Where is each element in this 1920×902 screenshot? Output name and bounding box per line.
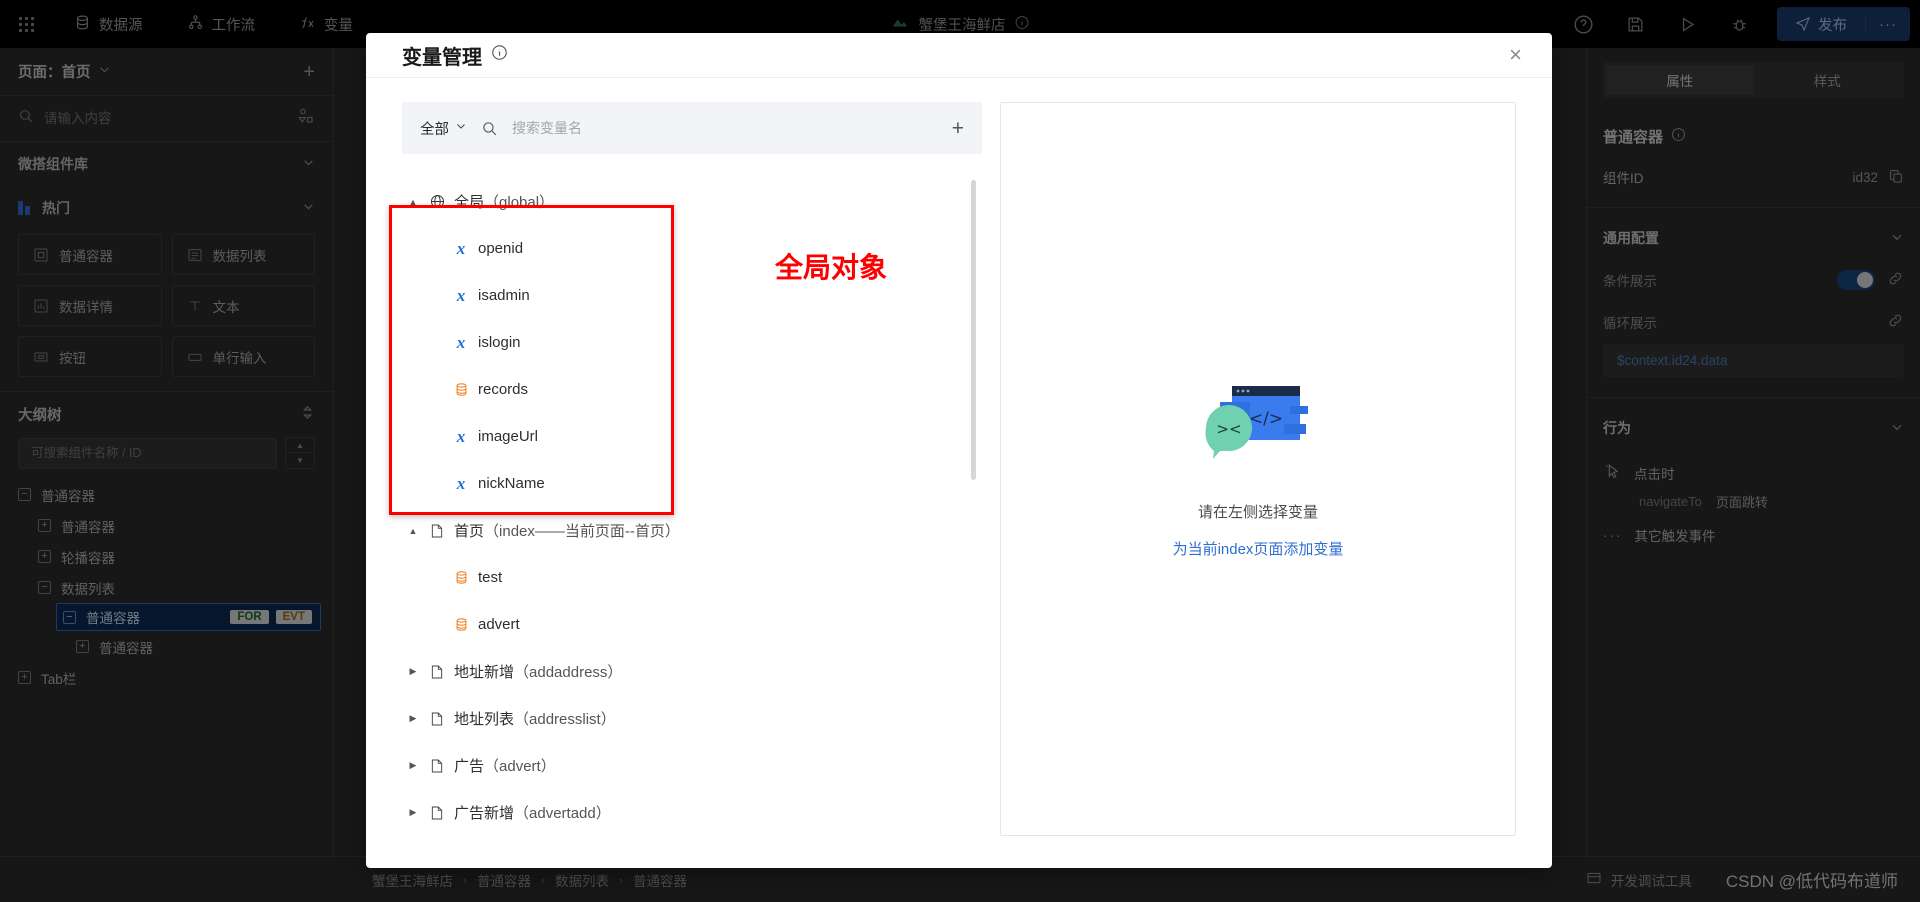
modal-title: 变量管理 [402,46,482,69]
variable-name: imageUrl [478,428,539,445]
caret-expanded-icon[interactable]: ▲ [402,197,424,207]
x-var-icon: x [456,238,466,258]
variable-group-label: 广告新增（advertadd） [454,805,611,822]
variable-name: test [478,569,503,586]
empty-state-text: 请在左侧选择变量 [1197,503,1318,521]
variable-item[interactable]: x openid [402,225,982,272]
variable-item[interactable]: test [402,554,982,601]
variable-tree-pane: 全部 + ▲ [402,102,982,836]
variable-group-advertadd[interactable]: ▶ 广告新增（advertadd） [402,789,982,836]
variable-item[interactable]: advert [402,601,982,648]
page-icon [424,523,450,539]
variable-group-global[interactable]: ▲ 全局（global） [402,178,982,225]
variable-name: openid [478,240,524,257]
caret-collapsed-icon[interactable]: ▶ [402,807,424,818]
close-icon[interactable]: × [1509,44,1522,66]
variable-name: isadmin [478,287,530,304]
page-icon [424,805,450,821]
page-icon [424,711,450,727]
variable-item[interactable]: x islogin [402,319,982,366]
variable-item[interactable]: x nickName [402,460,982,507]
variable-item[interactable]: records [402,366,982,413]
variable-name: advert [478,616,520,633]
variable-tree-scrollbar[interactable] [971,180,976,480]
info-icon[interactable] [491,44,508,67]
modal-title-group: 变量管理 [402,41,508,70]
search-icon [481,120,498,137]
variable-name: records [478,381,529,398]
variable-name: nickName [478,475,545,492]
scope-filter-select[interactable]: 全部 [420,118,467,139]
variable-name: islogin [478,334,521,351]
variable-detail-pane: </> >< 请在左侧选择变量 为当前index页面添加变量 [1000,102,1516,836]
x-var-icon: x [456,426,466,446]
caret-expanded-icon[interactable]: ▲ [402,526,424,536]
variable-group-label: 地址新增（addaddress） [454,664,623,681]
variable-item[interactable]: x isadmin [402,272,982,319]
variable-search-bar: 全部 + [402,102,982,154]
variable-group-addresslist[interactable]: ▶ 地址列表（addresslist） [402,695,982,742]
object-icon [448,382,474,397]
x-var-icon: x [456,285,466,305]
chevron-down-icon [455,120,467,136]
add-variable-button[interactable]: + [952,118,964,139]
variable-group-index[interactable]: ▲ 首页（index——当前页面--首页） [402,507,982,554]
variable-tree: ▲ 全局（global） x openid x isadmin x islogi… [402,176,982,836]
variable-group-label: 全局（global） [454,194,555,211]
object-icon [448,570,474,585]
x-var-icon: x [456,332,466,352]
variable-group-addaddress[interactable]: ▶ 地址新增（addaddress） [402,648,982,695]
variable-tree-scroll: ▲ 全局（global） x openid x isadmin x islogi… [402,176,982,836]
page-icon [424,758,450,774]
variable-group-advert[interactable]: ▶ 广告（advert） [402,742,982,789]
x-var-icon: x [456,473,466,493]
caret-collapsed-icon[interactable]: ▶ [402,760,424,771]
caret-collapsed-icon[interactable]: ▶ [402,713,424,724]
object-icon [448,617,474,632]
app-root: 数据源 工作流 变量 蟹堡王海鲜店 发布 ··· 页面：首页 + 请输入内容 微… [0,0,1920,902]
variable-management-modal: 变量管理 × 全部 搜索变量名 + ▲ 全局（global） x openid … [366,33,1552,868]
variable-group-label: 地址列表（addresslist） [454,711,616,728]
annotation-label: 全局对象 [775,251,888,284]
page-icon [424,664,450,680]
variable-group-label: 广告（advert） [454,758,556,775]
empty-state-illustration: </> >< [1198,380,1318,475]
modal-header: 变量管理 × [366,33,1552,78]
caret-collapsed-icon[interactable]: ▶ [402,666,424,677]
svg-text:><: >< [1216,420,1241,438]
variable-search-input[interactable] [512,120,938,136]
add-page-variable-link[interactable]: 为当前index页面添加变量 [1173,538,1344,559]
svg-text:</>: </> [1249,409,1283,429]
variable-group-label: 首页（index——当前页面--首页） [454,523,680,540]
globe-icon [424,193,450,210]
variable-item[interactable]: x imageUrl [402,413,982,460]
scope-filter-label: 全部 [420,121,449,138]
modal-body: 全部 + ▲ [366,78,1552,868]
